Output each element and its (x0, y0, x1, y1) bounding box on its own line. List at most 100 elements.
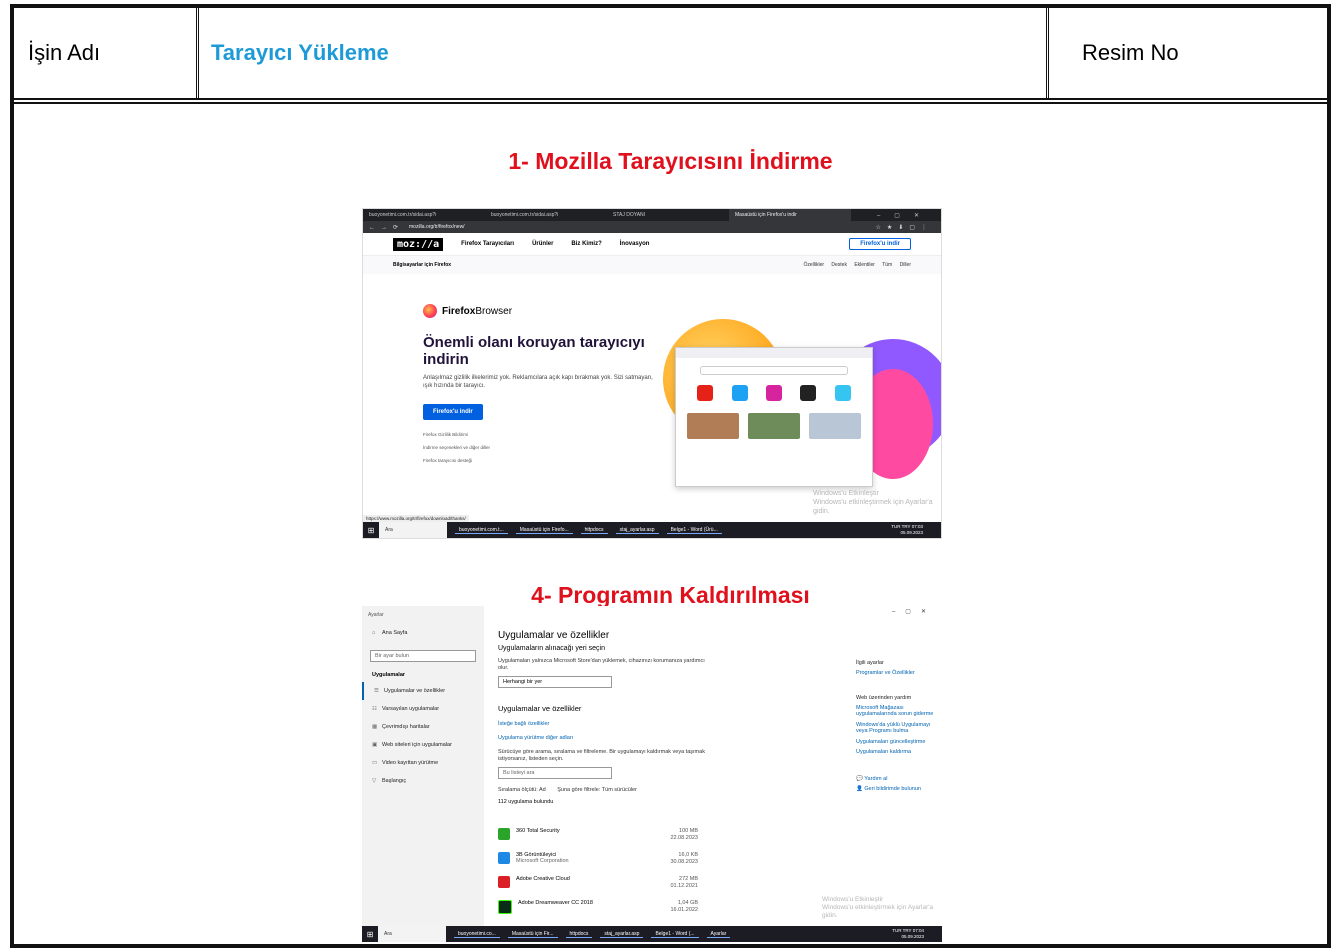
window-controls[interactable]: –▢✕ (877, 212, 941, 219)
top-download-button[interactable]: Firefox'u indir (849, 238, 911, 250)
job-name: Tarayıcı Yükleme (211, 40, 389, 65)
list-item[interactable]: Adobe Creative Cloud 272 MB 01.12.2021 (498, 876, 698, 900)
firefox-download-screenshot: buoyonetimi.com.tr/sidai.asp?i buoyoneti… (362, 208, 942, 539)
choose-heading: Uygulamaların alınacağı yeri seçin (498, 645, 605, 652)
taskbar-item[interactable]: staj_ayarlar.asp (615, 527, 659, 534)
list-item[interactable]: 3B Görüntüleyici Microsoft Corporation 16… (498, 852, 698, 876)
subnav-links[interactable]: Özellikler Destek Eklentiler Tüm Diller (803, 262, 911, 268)
app-icon (498, 876, 510, 888)
list-item[interactable]: 360 Total Security 100 MB 22.08.2023 (498, 828, 698, 852)
subnav-title: Bilgisayarlar için Firefox (393, 262, 452, 268)
mozilla-logo[interactable]: moz://a (393, 237, 444, 251)
sort-filter-row: Sıralama ölçütü: Ad Şuna göre filtrele: … (498, 787, 708, 793)
download-firefox-button[interactable]: Firefox'u indir (423, 404, 483, 420)
taskbar-search[interactable]: Ara (378, 926, 446, 942)
help-link[interactable]: Uygulamaları kaldırma (856, 749, 942, 756)
url-field[interactable]: mozilla.org/tr/firefox/new/ (409, 224, 465, 230)
divider (1046, 8, 1049, 98)
page-title: Uygulamalar ve özellikler (498, 630, 610, 641)
sort-dropdown[interactable]: Sıralama ölçütü: Ad (498, 787, 546, 793)
taskbar-clock[interactable]: TUR TRY 07:04 05.09.2023 (892, 928, 942, 940)
taskbar-clock[interactable]: TUR TRY 07:03 05.09.2023 (891, 524, 941, 536)
browser-tab-active[interactable]: Masaüstü için Firefox'u indir (729, 209, 851, 221)
hero-links: Firefox Gizlilik Bildirimi İndirme seçen… (423, 428, 653, 467)
link[interactable]: Firefox tarayıcısı desteği (423, 454, 653, 467)
browser-tab[interactable]: STAJ DOYANI (607, 209, 729, 221)
help-link[interactable]: Uygulamaları güncelleştirme (856, 739, 942, 746)
video-icon: ▭ (372, 760, 378, 766)
related-heading: İlgili ayarlar (856, 660, 884, 666)
taskbar-item[interactable]: Belge1 - Word (... (651, 931, 699, 938)
optional-features-link[interactable]: İsteğe bağlı özellikler (498, 721, 708, 727)
sidebar-item-home[interactable]: ⌂ Ana Sayfa (362, 624, 484, 642)
sidebar-item-offline-maps[interactable]: ▦ Çevrimdışı haritalar (362, 718, 484, 736)
link[interactable]: İndirme seçenekleri ve diğer diller (423, 441, 653, 454)
hero-headline: Önemli olanı koruyan tarayıcıyı indirin (423, 334, 645, 368)
web-help-heading: Web üzerinden yardım (856, 694, 912, 701)
app-icon (498, 900, 512, 914)
firefox-logo-icon (423, 304, 437, 318)
get-help-link[interactable]: 💬 Yardım al (856, 776, 942, 783)
section-title-download: 1- Mozilla Tarayıcısını İndirme (508, 148, 833, 174)
windows-start-icon[interactable]: ⊞ (363, 526, 379, 535)
back-forward-reload-icons[interactable]: ←→⟳ (369, 224, 409, 231)
job-label: İşin Adı (28, 40, 101, 65)
map-icon: ▦ (372, 724, 378, 730)
startup-icon: ▽ (372, 778, 377, 784)
app-icon (498, 828, 510, 840)
app-list-search-input[interactable]: Bu listeyi ara (498, 767, 612, 779)
taskbar-item[interactable]: httpdocs (580, 527, 608, 534)
sidebar-item-website-apps[interactable]: ▣ Web siteleri için uygulamalar (362, 736, 484, 754)
nav-item[interactable]: Firefox Tarayıcıları (461, 241, 514, 247)
nav-item[interactable]: Ürünler (532, 241, 553, 247)
help-link[interactable]: Microsoft Mağazası uygulamalarında sorun… (856, 705, 942, 718)
help-link[interactable]: Windows'da yüklü Uygulamayı veya Program… (856, 722, 942, 735)
windows-start-icon[interactable]: ⊞ (362, 930, 378, 939)
taskbar-item[interactable]: buoyonetimi.co... (454, 931, 500, 938)
taskbar-item[interactable]: staj_ayarlar.asp (600, 931, 644, 938)
nav-item[interactable]: İnovasyon (620, 241, 650, 247)
settings-main: Uygulamalar ve özellikler Uygulamaların … (498, 630, 708, 805)
taskbar-item[interactable]: Masaüstü için Fir... (507, 931, 558, 938)
taskbar: ⊞ Ara buoyonetimi.co... Masaüstü için Fi… (362, 926, 942, 942)
sidebar-item-apps-features[interactable]: ☰ Uygulamalar ve özellikler (362, 682, 484, 700)
taskbar-item[interactable]: Belge1 - Word (Ürü... (666, 527, 722, 534)
app-icon (498, 852, 510, 864)
taskbar-item[interactable]: httpdocs (565, 931, 593, 938)
taskbar-item[interactable]: Masaüstü için Firefo... (515, 527, 573, 534)
filter-dropdown[interactable]: Şuna göre filtrele: Tüm sürücüler (557, 787, 637, 793)
nav-item[interactable]: Biz Kimiz? (571, 241, 601, 247)
app-list: 360 Total Security 100 MB 22.08.2023 3B G… (498, 828, 698, 924)
status-url: https://www.mozilla.org/tr/firefox/downl… (363, 515, 469, 522)
default-apps-icon: ☷ (372, 706, 377, 712)
extension-icons[interactable]: ☆★⬇▢⋮ (876, 224, 941, 231)
sidebar-item-startup[interactable]: ▽ Başlangıç (362, 772, 484, 790)
sidebar-item-default-apps[interactable]: ☷ Varsayılan uygulamalar (362, 700, 484, 718)
feedback-link[interactable]: 👤 Geri bildirimde bulunun (856, 786, 942, 793)
app-count: 112 uygulama bulundu (498, 799, 554, 805)
app-aliases-link[interactable]: Uygulama yürütme diğer adları (498, 735, 708, 741)
settings-search-input[interactable]: Bir ayar bulun (370, 650, 476, 662)
apps-heading: Uygulamalar ve özellikler (498, 704, 582, 713)
list-item[interactable]: Adobe Dreamweaver CC 2018 1,04 GB 16.01.2… (498, 900, 698, 924)
link[interactable]: Firefox Gizlilik Bildirimi (423, 428, 653, 441)
filter-description: Sürücüye göre arama, sıralama ve filtrel… (498, 749, 705, 762)
taskbar-item[interactable]: Ayarlar (706, 931, 731, 938)
firefox-brand: Firefox Browser (423, 304, 653, 318)
taskbar-item[interactable]: buoyonetimi.com.t... (455, 527, 508, 534)
window-controls[interactable]: –▢✕ (892, 608, 936, 615)
activation-watermark: Windows'u Etkinleştir Windows'u etkinleş… (822, 896, 934, 919)
address-bar: ←→⟳ mozilla.org/tr/firefox/new/ ☆★⬇▢⋮ (363, 221, 941, 233)
home-icon: ⌂ (372, 630, 376, 636)
install-source-dropdown[interactable]: Herhangi bir yer (498, 676, 612, 688)
browser-tab[interactable]: buoyonetimi.com.tr/sidai.asp?i (485, 209, 607, 221)
sidebar-item-video-playback[interactable]: ▭ Video kayıttan yürütme (362, 754, 484, 772)
hero-section: Firefox Browser Önemli olanı koruyan tar… (423, 304, 653, 467)
settings-apps-screenshot: –▢✕ Ayarlar ⌂ Ana Sayfa Bir ayar bulun Uy… (362, 606, 942, 942)
taskbar-search[interactable]: Ara (379, 522, 447, 538)
header-row: İşin Adı Tarayıcı Yükleme Resim No (14, 8, 1327, 104)
browser-tab[interactable]: buoyonetimi.com.tr/sidai.asp?i (363, 209, 485, 221)
programs-features-link[interactable]: Programlar ve Özellikler (856, 670, 942, 677)
sub-nav: Bilgisayarlar için Firefox Özellikler De… (363, 256, 941, 274)
window-title: Ayarlar (368, 612, 384, 618)
